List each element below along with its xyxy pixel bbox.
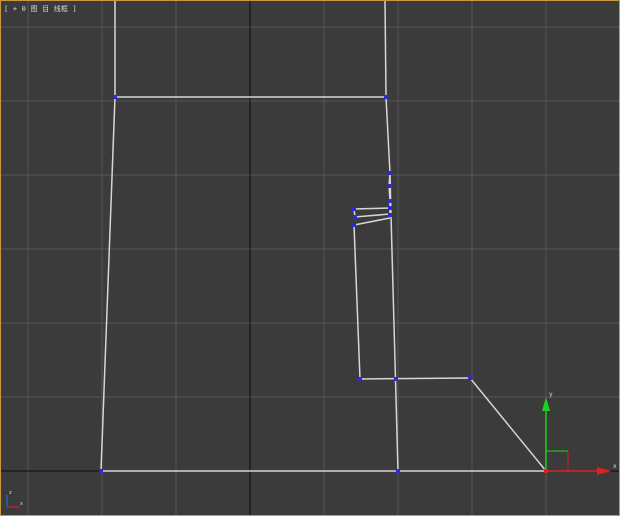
- vertex[interactable]: [113, 95, 117, 99]
- vertex[interactable]: [394, 377, 398, 381]
- vertex[interactable]: [352, 207, 356, 211]
- vertex[interactable]: [358, 377, 362, 381]
- vertex[interactable]: [353, 215, 357, 219]
- corner-axes-icon: x z: [6, 490, 23, 508]
- shape-inner-profile[interactable]: [353, 217, 547, 472]
- vertex[interactable]: [99, 469, 103, 473]
- vertices[interactable]: [99, 95, 472, 473]
- corner-z-label: z: [9, 490, 12, 496]
- gizmo-plane-handle[interactable]: [546, 450, 569, 471]
- move-gizmo[interactable]: x y: [542, 391, 617, 475]
- corner-x-label: x: [20, 501, 23, 507]
- grid: [1, 1, 619, 515]
- viewport-canvas[interactable]: x y x z: [1, 1, 619, 515]
- shape-left-edge[interactable]: [100, 1, 116, 472]
- gizmo-x-arrow-icon[interactable]: [597, 467, 611, 475]
- vertex[interactable]: [388, 213, 392, 217]
- shape-right-edge[interactable]: [384, 1, 399, 472]
- gizmo-pivot[interactable]: [544, 469, 548, 473]
- gizmo-x-label: x: [613, 463, 617, 470]
- vertex[interactable]: [387, 184, 391, 188]
- vertex[interactable]: [388, 206, 392, 210]
- vertex[interactable]: [396, 469, 400, 473]
- vertex[interactable]: [384, 95, 388, 99]
- vertex[interactable]: [468, 376, 472, 380]
- vertex[interactable]: [388, 171, 392, 175]
- viewport-front[interactable]: [ + 0 图 目 线框 ] x y x z: [0, 0, 620, 516]
- gizmo-y-arrow-icon[interactable]: [542, 397, 550, 411]
- vertex[interactable]: [388, 199, 392, 203]
- vertex[interactable]: [352, 223, 356, 227]
- gizmo-y-label: y: [549, 391, 553, 398]
- shape-step-upper[interactable]: [353, 207, 391, 218]
